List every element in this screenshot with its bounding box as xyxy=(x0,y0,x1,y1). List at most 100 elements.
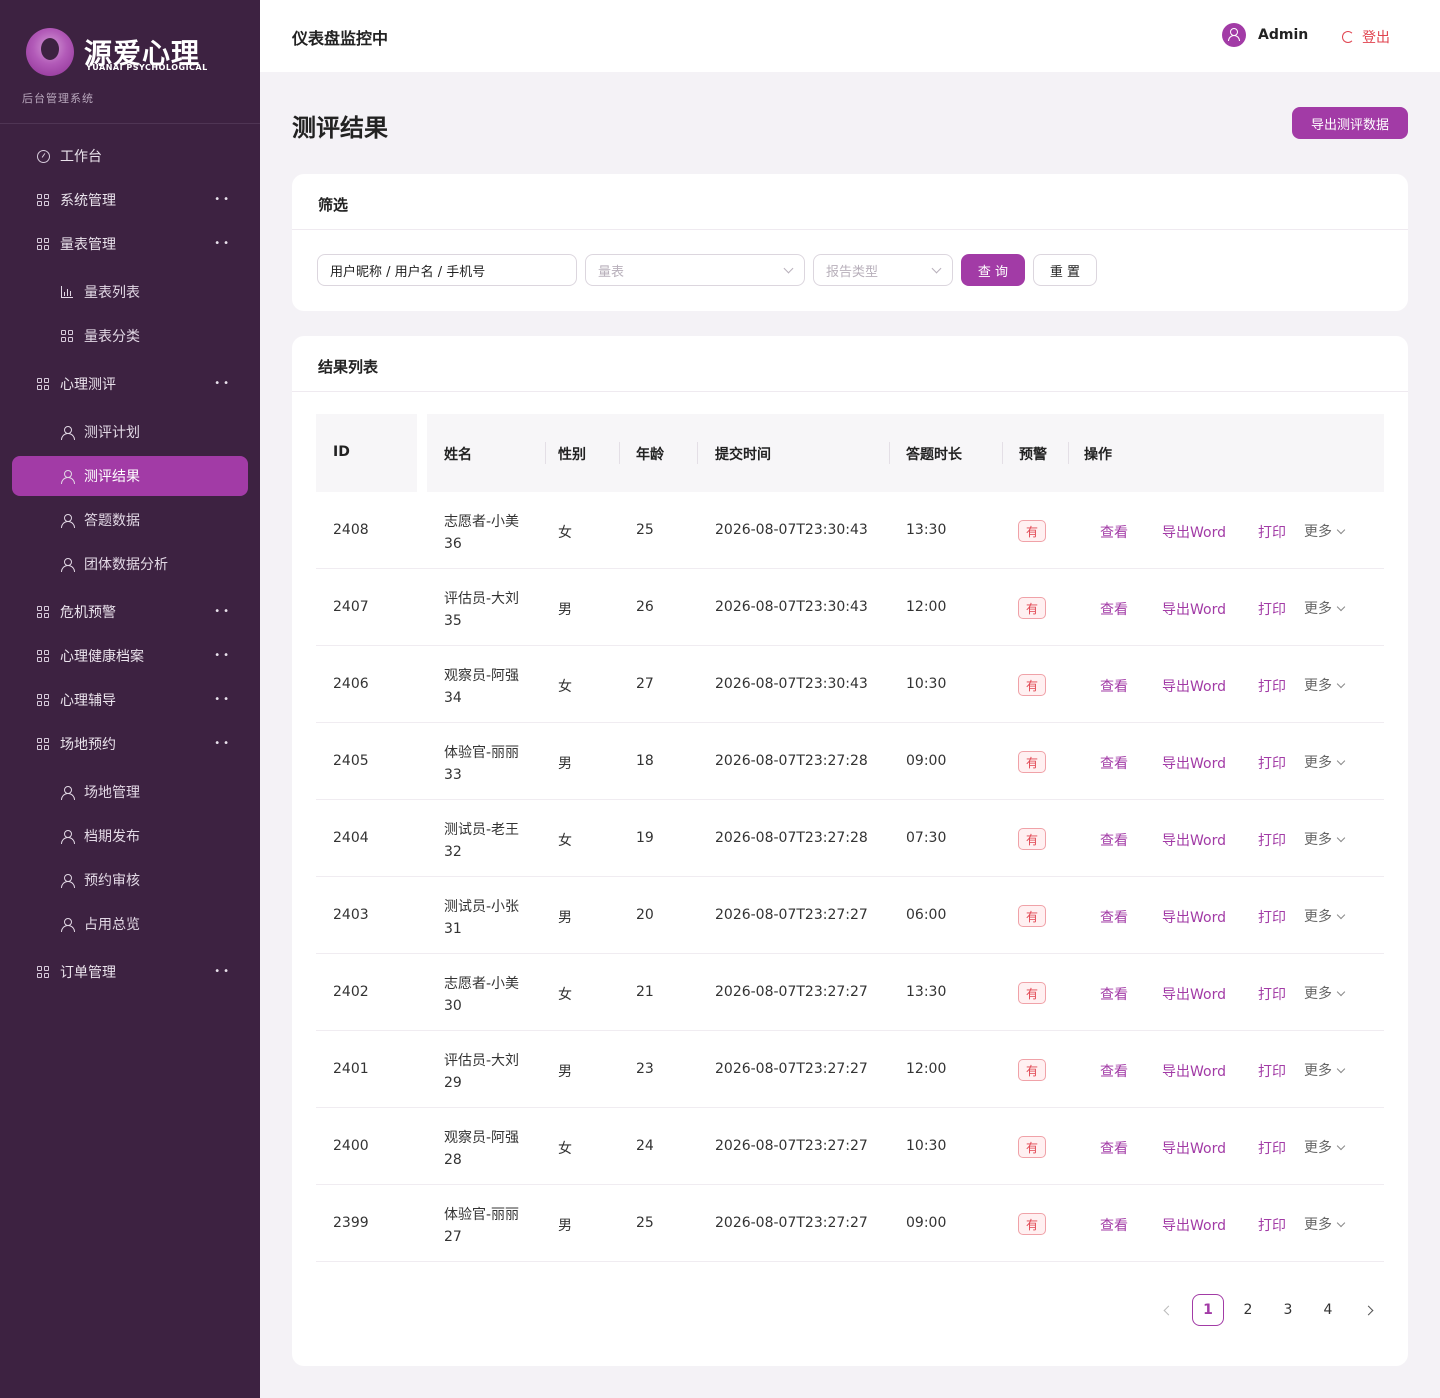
more-dropdown[interactable]: 更多 xyxy=(1304,521,1346,541)
sidebar-item-18[interactable]: 订单管理 •• xyxy=(12,952,248,992)
sidebar-item-1[interactable]: 系统管理 •• xyxy=(12,180,248,220)
sidebar-item-8[interactable]: 答题数据 xyxy=(12,500,248,540)
print-link[interactable]: 打印 xyxy=(1258,753,1286,773)
export-word-link[interactable]: 导出Word xyxy=(1162,1138,1226,1158)
print-link[interactable]: 打印 xyxy=(1258,907,1286,927)
user-icon xyxy=(60,513,75,528)
reset-button[interactable]: 重 置 xyxy=(1033,254,1097,286)
cell-age: 26 xyxy=(636,599,654,615)
cell-name-line1: 体验官-丽丽 xyxy=(444,1207,520,1223)
export-data-button[interactable]: 导出测评数据 xyxy=(1292,107,1408,139)
table-row: 2400 观察员-阿强 28 女 24 2026-08-07T23:27:27 10:30 有… xyxy=(316,1108,1384,1185)
cell-name: 观察员-阿强 34 xyxy=(444,665,519,709)
cell-gender: 女 xyxy=(558,525,572,541)
page-button-4[interactable]: 4 xyxy=(1312,1294,1344,1326)
sidebar-item-17[interactable]: 占用总览 xyxy=(12,904,248,944)
sidebar-item-11[interactable]: 心理健康档案 •• xyxy=(12,636,248,676)
logo-icon xyxy=(26,28,74,76)
keyword-input[interactable]: 用户昵称 / 用户名 / 手机号 xyxy=(317,254,577,286)
cell-submit-time: 2026-08-07T23:27:27 xyxy=(715,984,868,1000)
page-button-3[interactable]: 3 xyxy=(1272,1294,1304,1326)
more-dropdown[interactable]: 更多 xyxy=(1304,906,1346,926)
user-icon xyxy=(60,557,75,572)
cell-age: 20 xyxy=(636,907,654,923)
next-page-button[interactable] xyxy=(1352,1294,1384,1326)
more-dropdown[interactable]: 更多 xyxy=(1304,1214,1346,1234)
more-dropdown[interactable]: 更多 xyxy=(1304,1060,1346,1080)
cell-name: 评估员-大刘 35 xyxy=(444,588,519,632)
cell-name-line2: 30 xyxy=(444,998,462,1014)
sidebar-item-4[interactable]: 量表分类 xyxy=(12,316,248,356)
view-link[interactable]: 查看 xyxy=(1100,1215,1128,1235)
view-link[interactable]: 查看 xyxy=(1100,907,1128,927)
warning-badge: 有 xyxy=(1018,905,1046,927)
chevron-down-icon xyxy=(1336,910,1346,919)
print-link[interactable]: 打印 xyxy=(1258,522,1286,542)
print-link[interactable]: 打印 xyxy=(1258,1061,1286,1081)
export-word-link[interactable]: 导出Word xyxy=(1162,522,1226,542)
sidebar-item-7[interactable]: 测评结果 xyxy=(12,456,248,496)
print-link[interactable]: 打印 xyxy=(1258,1215,1286,1235)
sidebar-item-14[interactable]: 场地管理 xyxy=(12,772,248,812)
view-link[interactable]: 查看 xyxy=(1100,984,1128,1004)
sidebar-item-16[interactable]: 预约审核 xyxy=(12,860,248,900)
cell-gender: 男 xyxy=(558,1064,572,1080)
more-dropdown[interactable]: 更多 xyxy=(1304,983,1346,1003)
sidebar-item-3[interactable]: 量表列表 xyxy=(12,272,248,312)
grid-icon xyxy=(36,377,50,391)
cell-id: 2406 xyxy=(333,676,369,692)
print-link[interactable]: 打印 xyxy=(1258,1138,1286,1158)
view-link[interactable]: 查看 xyxy=(1100,676,1128,696)
cell-age: 24 xyxy=(636,1138,654,1154)
more-dropdown[interactable]: 更多 xyxy=(1304,1137,1346,1157)
sidebar-item-0[interactable]: 工作台 xyxy=(12,136,248,176)
sidebar-item-label: 心理健康档案 xyxy=(60,649,144,665)
export-word-link[interactable]: 导出Word xyxy=(1162,984,1226,1004)
table-row: 2405 体验官-丽丽 33 男 18 2026-08-07T23:27:28 09:00 有… xyxy=(316,723,1384,800)
print-link[interactable]: 打印 xyxy=(1258,984,1286,1004)
more-dropdown[interactable]: 更多 xyxy=(1304,598,1346,618)
user-avatar-icon[interactable] xyxy=(1222,23,1246,47)
view-link[interactable]: 查看 xyxy=(1100,1061,1128,1081)
user-name[interactable]: Admin xyxy=(1258,27,1308,43)
sidebar-item-5[interactable]: 心理测评 •• xyxy=(12,364,248,404)
view-link[interactable]: 查看 xyxy=(1100,599,1128,619)
scale-select[interactable]: 量表 xyxy=(585,254,805,286)
more-dropdown[interactable]: 更多 xyxy=(1304,829,1346,849)
print-link[interactable]: 打印 xyxy=(1258,599,1286,619)
cell-name: 评估员-大刘 29 xyxy=(444,1050,519,1094)
export-word-link[interactable]: 导出Word xyxy=(1162,753,1226,773)
prev-page-button[interactable] xyxy=(1152,1294,1184,1326)
query-button[interactable]: 查 询 xyxy=(961,254,1025,286)
sidebar-item-9[interactable]: 团体数据分析 xyxy=(12,544,248,584)
page-button-2[interactable]: 2 xyxy=(1232,1294,1264,1326)
brand-english-name: YUANAI PSYCHOLOGICAL xyxy=(86,63,208,72)
sidebar-item-12[interactable]: 心理辅导 •• xyxy=(12,680,248,720)
sidebar-item-10[interactable]: 危机预警 •• xyxy=(12,592,248,632)
export-word-link[interactable]: 导出Word xyxy=(1162,1061,1226,1081)
export-word-link[interactable]: 导出Word xyxy=(1162,676,1226,696)
sidebar: 源爱心理 YUANAI PSYCHOLOGICAL 后台管理系统 工作台 系统管理… xyxy=(0,0,260,1398)
view-link[interactable]: 查看 xyxy=(1100,830,1128,850)
sidebar-item-13[interactable]: 场地预约 •• xyxy=(12,724,248,764)
export-word-link[interactable]: 导出Word xyxy=(1162,907,1226,927)
more-dropdown[interactable]: 更多 xyxy=(1304,675,1346,695)
export-word-link[interactable]: 导出Word xyxy=(1162,1215,1226,1235)
sidebar-item-2[interactable]: 量表管理 •• xyxy=(12,224,248,264)
view-link[interactable]: 查看 xyxy=(1100,1138,1128,1158)
logout-button[interactable]: 登出 xyxy=(1342,27,1390,47)
more-dropdown[interactable]: 更多 xyxy=(1304,752,1346,772)
export-word-link[interactable]: 导出Word xyxy=(1162,830,1226,850)
warning-badge: 有 xyxy=(1018,597,1046,619)
view-link[interactable]: 查看 xyxy=(1100,753,1128,773)
page-button-1[interactable]: 1 xyxy=(1192,1294,1224,1326)
export-word-link[interactable]: 导出Word xyxy=(1162,599,1226,619)
sidebar-item-15[interactable]: 档期发布 xyxy=(12,816,248,856)
report-type-select[interactable]: 报告类型 xyxy=(813,254,953,286)
print-link[interactable]: 打印 xyxy=(1258,830,1286,850)
view-link[interactable]: 查看 xyxy=(1100,522,1128,542)
print-link[interactable]: 打印 xyxy=(1258,676,1286,696)
warning-badge: 有 xyxy=(1018,828,1046,850)
column-header-2: 性别 xyxy=(558,447,586,463)
sidebar-item-6[interactable]: 测评计划 xyxy=(12,412,248,452)
